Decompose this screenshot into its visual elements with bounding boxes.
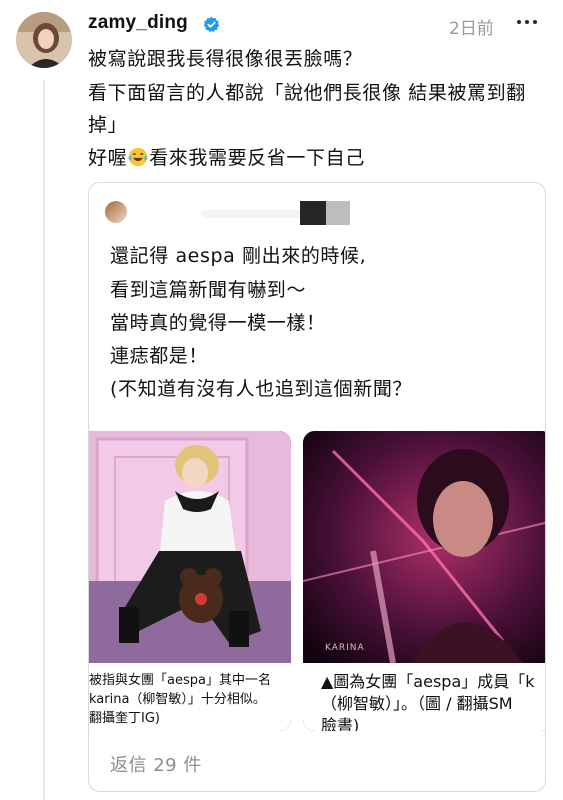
- caption-line: karina（柳智敏）」十分相似。: [89, 692, 266, 707]
- post-text-line: 掉」: [88, 114, 128, 136]
- photo-neon-portrait: [303, 431, 545, 663]
- caption-line: （柳智敏）」。（圖 / 翻攝SM: [321, 694, 513, 713]
- post-text-segment: 好喔: [88, 147, 128, 169]
- post-text-line: 被寫說跟我長得很像很丟臉嗎？: [88, 48, 363, 70]
- photo-pink-room: [89, 431, 291, 663]
- quoted-author-name-redacted: [201, 210, 311, 218]
- caption-line: 翻攝奎丁IG): [89, 711, 160, 726]
- redacted-block: [326, 201, 350, 225]
- media-caption: 被指與女團「aespa」其中一名 karina（柳智敏）」十分相似。 翻攝奎丁I…: [89, 663, 291, 731]
- more-options-button[interactable]: [511, 8, 543, 36]
- caption-line: 被指與女團「aespa」其中一名: [89, 673, 271, 688]
- media-caption: ▲圖為女團「aespa」成員「k （柳智敏）」。（圖 / 翻攝SM 臉書): [303, 663, 545, 731]
- more-dot-icon: [525, 20, 529, 24]
- more-dot-icon: [533, 20, 537, 24]
- replies-count-link[interactable]: 返信 29 件: [110, 751, 202, 777]
- quoted-text-line: 當時真的覺得一模一樣！: [110, 312, 326, 334]
- username[interactable]: zamy_ding: [88, 12, 188, 34]
- quoted-text-line: 連痣都是！: [110, 345, 209, 367]
- quoted-text-line: 還記得 aespa 剛出來的時候,: [110, 245, 367, 267]
- media-image-1[interactable]: 被指與女團「aespa」其中一名 karina（柳智敏）」十分相似。 翻攝奎丁I…: [89, 431, 291, 731]
- redacted-block: [300, 201, 326, 225]
- photo-watermark: KARINA: [325, 643, 365, 653]
- post-text-line-with-emoji: 好喔 看來我需要反省一下自己: [88, 145, 365, 171]
- more-dot-icon: [517, 20, 521, 24]
- post-timestamp: 2日前: [449, 19, 494, 39]
- media-image-2[interactable]: KARINA ▲圖為女團「aespa」成員「k （柳智敏）」。（圖 / 翻攝SM…: [303, 431, 545, 731]
- tears-of-joy-emoji-icon: [128, 147, 148, 167]
- quoted-author-avatar: [105, 201, 127, 223]
- avatar-photo: [16, 12, 72, 68]
- post-text-line: 看下面留言的人都說「說他們長很像 結果被罵到翻: [88, 82, 526, 104]
- caption-line: 臉書): [321, 716, 360, 731]
- avatar[interactable]: [16, 12, 72, 68]
- quoted-text-line: (不知道有沒有人也追到這個新聞？: [110, 378, 413, 400]
- caption-line: ▲圖為女團「aespa」成員「k: [321, 672, 535, 691]
- post-text-segment: 看來我需要反省一下自己: [149, 147, 365, 169]
- thread-line: [43, 80, 45, 800]
- verified-badge-icon: [203, 16, 220, 33]
- quoted-text-line: 看到這篇新聞有嚇到～: [110, 279, 307, 301]
- quoted-post-card[interactable]: 還記得 aespa 剛出來的時候, 看到這篇新聞有嚇到～ 當時真的覺得一模一樣！…: [88, 182, 546, 792]
